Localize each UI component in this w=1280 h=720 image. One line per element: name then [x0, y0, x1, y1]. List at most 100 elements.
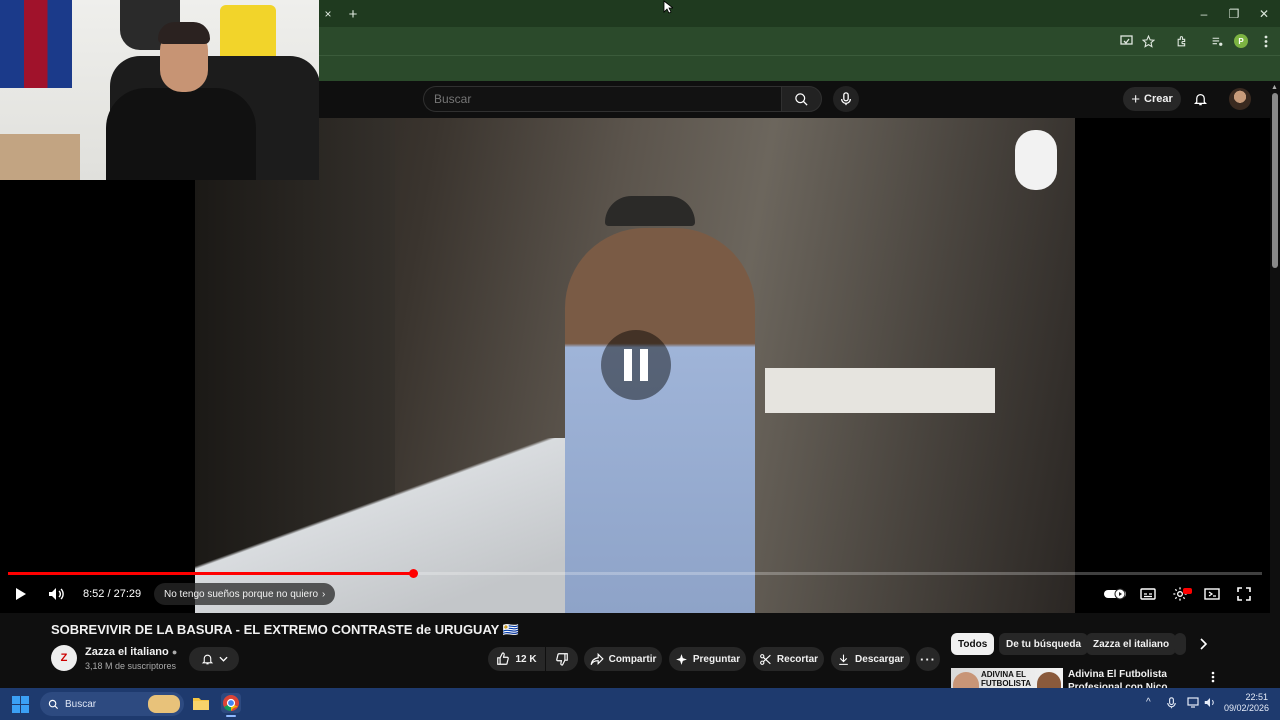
- volume-icon: [49, 588, 64, 600]
- ask-label: Preguntar: [692, 653, 741, 665]
- scene-cap: [605, 196, 695, 226]
- play-icon: [16, 588, 26, 600]
- clock[interactable]: 22:51 09/02/2026: [1224, 692, 1269, 714]
- subscriber-count: 3,18 M de suscriptores: [85, 661, 177, 671]
- media-icon[interactable]: [1209, 33, 1225, 49]
- settings-button[interactable]: [1169, 583, 1191, 605]
- cast-icon[interactable]: [1118, 33, 1134, 49]
- download-label: Descargar: [855, 653, 904, 665]
- microphone-tray-icon[interactable]: [1167, 697, 1176, 712]
- webcam-overlay: [0, 0, 319, 180]
- clock-time: 22:51: [1245, 692, 1268, 702]
- search-button[interactable]: [781, 86, 822, 112]
- scissors-icon: [760, 653, 771, 665]
- search-input[interactable]: [424, 87, 781, 111]
- chevron-right-icon: [1200, 638, 1208, 650]
- progress-bar[interactable]: [8, 572, 1262, 575]
- menu-icon[interactable]: [1258, 33, 1274, 49]
- channel-name[interactable]: Zazza el italiano ●: [85, 646, 177, 658]
- create-button[interactable]: + Crear: [1123, 87, 1181, 111]
- ask-button[interactable]: Preguntar: [669, 647, 746, 671]
- chapter-title: No tengo sueños porque no quiero: [164, 588, 319, 600]
- profile-icon[interactable]: P: [1234, 34, 1248, 48]
- autoplay-toggle[interactable]: [1104, 583, 1126, 605]
- user-avatar[interactable]: [1229, 88, 1251, 110]
- recommendation-title[interactable]: Adivina El Futbolista Profesional con Ni…: [1068, 668, 1198, 690]
- verified-icon: ●: [171, 647, 178, 657]
- desk: [0, 134, 80, 180]
- recommendation-thumbnail[interactable]: ADIVINA EL FUTBOLISTA: [951, 668, 1063, 690]
- chip-from-search[interactable]: De tu búsqueda: [999, 633, 1089, 655]
- play-button[interactable]: [10, 583, 32, 605]
- scene-panel: [765, 368, 995, 413]
- new-tab-button[interactable]: +: [344, 5, 362, 23]
- chip-overflow[interactable]: [1174, 633, 1186, 655]
- more-actions-button[interactable]: ···: [916, 647, 940, 671]
- microphone-icon: [840, 92, 852, 106]
- subtitles-button[interactable]: [1137, 583, 1159, 605]
- thumb-text: ADIVINA EL FUTBOLISTA: [981, 670, 1032, 688]
- mute-button[interactable]: [45, 583, 67, 605]
- more-vertical-icon: [1211, 671, 1215, 683]
- channel-name-text: Zazza el italiano: [85, 646, 169, 658]
- chip-all[interactable]: Todos: [951, 633, 995, 655]
- close-window-button[interactable]: ✕: [1248, 0, 1280, 27]
- download-button[interactable]: Descargar: [831, 647, 910, 671]
- fullscreen-button[interactable]: [1233, 583, 1255, 605]
- share-button[interactable]: Compartir: [584, 647, 662, 671]
- plus-icon: +: [1131, 90, 1140, 108]
- voice-search-button[interactable]: [833, 86, 859, 112]
- scrollbar-thumb[interactable]: [1272, 93, 1278, 268]
- streamer-hair: [158, 22, 210, 44]
- minimize-button[interactable]: –: [1188, 0, 1220, 27]
- chrome-taskbar-icon[interactable]: [221, 693, 241, 713]
- sparkle-icon: [675, 653, 687, 665]
- taskbar-search-label: Buscar: [65, 698, 97, 710]
- star-icon[interactable]: [1140, 33, 1156, 49]
- chips-next-button[interactable]: [1196, 636, 1212, 652]
- channel-watermark: [1015, 130, 1057, 190]
- windows-start-icon[interactable]: [12, 696, 29, 713]
- subtitles-icon: [1140, 588, 1156, 600]
- like-button[interactable]: 12 K: [488, 647, 545, 671]
- tab-close-icon[interactable]: ×: [320, 6, 336, 22]
- time-display: 8:52 / 27:29: [83, 588, 142, 600]
- hd-badge: [1183, 588, 1192, 594]
- create-label: Crear: [1144, 93, 1173, 105]
- share-icon: [590, 652, 604, 665]
- channel-avatar[interactable]: Z: [51, 645, 77, 671]
- taskbar-search[interactable]: Buscar: [40, 692, 184, 716]
- video-title: SOBREVIVIR DE LA BASURA - EL EXTREMO CON…: [51, 622, 519, 637]
- file-explorer-icon[interactable]: [192, 695, 210, 711]
- dislike-button[interactable]: [546, 647, 578, 671]
- recommendation-menu-button[interactable]: [1208, 670, 1218, 684]
- miniplayer-button[interactable]: [1201, 583, 1223, 605]
- active-app-indicator: [226, 715, 236, 717]
- notifications-button[interactable]: [1190, 89, 1210, 109]
- bell-icon: [1193, 94, 1207, 106]
- search-box[interactable]: [423, 86, 781, 112]
- thumbs-down-icon: [556, 653, 568, 666]
- chip-channel[interactable]: Zazza el italiano: [1086, 633, 1177, 655]
- clip-button[interactable]: Recortar: [753, 647, 824, 671]
- restore-button[interactable]: ❐: [1218, 0, 1250, 27]
- notifications-subscribed-button[interactable]: [189, 647, 239, 671]
- scene-person: [565, 228, 755, 613]
- jersey-barcelona: [0, 0, 72, 88]
- tray-overflow-icon[interactable]: ^: [1146, 697, 1151, 708]
- chapter-button[interactable]: No tengo sueños porque no quiero ›: [154, 583, 336, 605]
- fullscreen-icon: [1237, 587, 1251, 601]
- network-icon[interactable]: [1187, 697, 1199, 711]
- video-player[interactable]: [0, 118, 1270, 613]
- like-count: 12 K: [515, 653, 537, 665]
- volume-tray-icon[interactable]: [1204, 697, 1216, 711]
- progress-knob[interactable]: [408, 569, 418, 578]
- search-icon: [795, 92, 808, 106]
- share-label: Compartir: [608, 653, 657, 665]
- chevron-right-icon: ›: [322, 588, 326, 600]
- progress-played: [8, 572, 413, 575]
- chevron-down-icon: [218, 656, 228, 662]
- scroll-up-icon[interactable]: ▲: [1271, 84, 1278, 91]
- thumbs-up-icon: [497, 652, 510, 665]
- extensions-icon[interactable]: [1174, 33, 1190, 49]
